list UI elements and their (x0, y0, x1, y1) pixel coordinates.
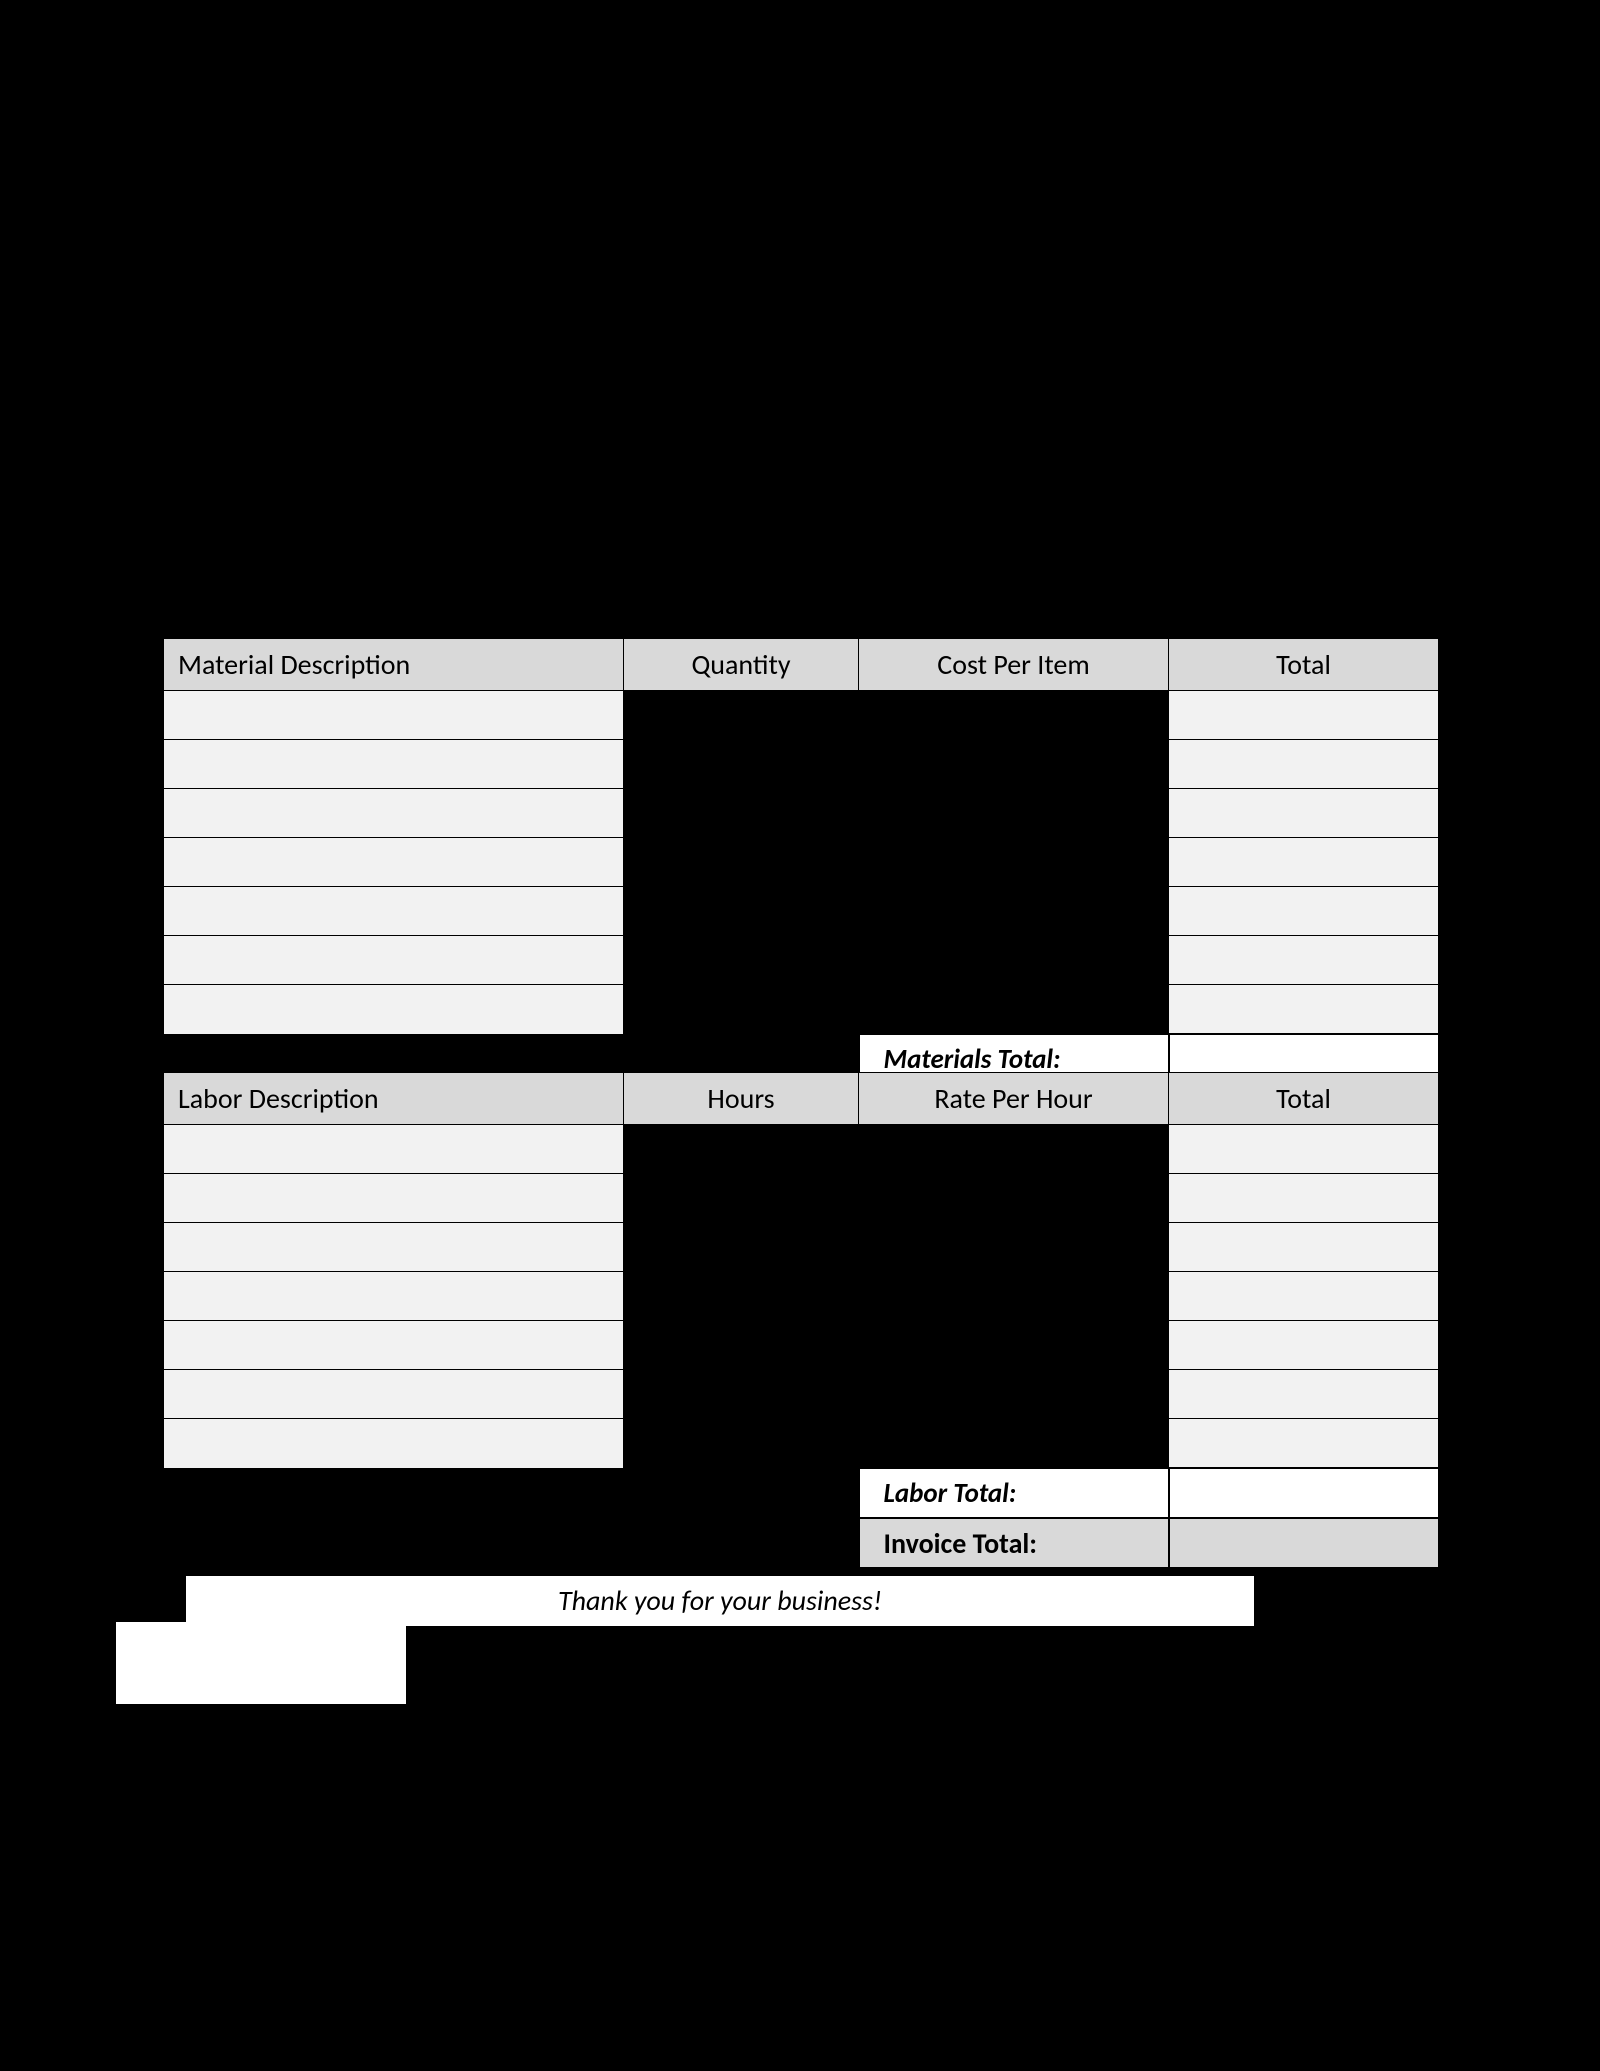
labor-table-wrap: Labor Description Hours Rate Per Hour To… (163, 1072, 1438, 1569)
footer-box (116, 1622, 406, 1704)
labor-header-row: Labor Description Hours Rate Per Hour To… (164, 1073, 1439, 1125)
col-labor-rate: Rate Per Hour (859, 1073, 1169, 1125)
materials-row (164, 789, 1439, 838)
labor-total-label: Labor Total: (859, 1468, 1169, 1518)
col-material-qty: Quantity (624, 639, 859, 691)
labor-total-value (1169, 1468, 1439, 1518)
labor-row (164, 1272, 1439, 1321)
labor-row (164, 1223, 1439, 1272)
materials-row (164, 936, 1439, 985)
labor-row (164, 1419, 1439, 1469)
materials-table-wrap: Material Description Quantity Cost Per I… (163, 638, 1438, 1085)
labor-body: Labor Total: Invoice Total: (164, 1125, 1439, 1569)
materials-row (164, 740, 1439, 789)
invoice-total-label: Invoice Total: (859, 1518, 1169, 1568)
materials-table: Material Description Quantity Cost Per I… (163, 638, 1440, 1085)
labor-row (164, 1174, 1439, 1223)
invoice-total-value (1169, 1518, 1439, 1568)
materials-row (164, 887, 1439, 936)
col-material-total: Total (1169, 639, 1439, 691)
col-labor-hours: Hours (624, 1073, 859, 1125)
labor-row (164, 1321, 1439, 1370)
col-labor-desc: Labor Description (164, 1073, 624, 1125)
col-labor-total: Total (1169, 1073, 1439, 1125)
col-material-desc: Material Description (164, 639, 624, 691)
labor-row (164, 1125, 1439, 1174)
materials-header-row: Material Description Quantity Cost Per I… (164, 639, 1439, 691)
labor-table: Labor Description Hours Rate Per Hour To… (163, 1072, 1440, 1569)
labor-row (164, 1370, 1439, 1419)
col-material-cost: Cost Per Item (859, 639, 1169, 691)
materials-row (164, 838, 1439, 887)
thank-you-message: Thank you for your business! (186, 1576, 1254, 1626)
invoice-total-row: Invoice Total: (164, 1518, 1439, 1568)
materials-row (164, 985, 1439, 1035)
materials-body: Materials Total: (164, 691, 1439, 1085)
invoice-page: Material Description Quantity Cost Per I… (0, 0, 1600, 2071)
labor-total-row: Labor Total: (164, 1468, 1439, 1518)
materials-row (164, 691, 1439, 740)
